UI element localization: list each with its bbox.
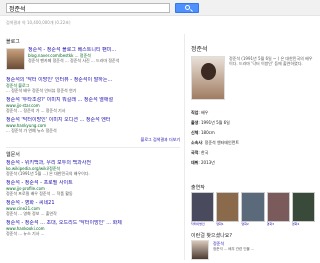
- related-item[interactable]: 정준석 정준석 ... 배우 관련 인물 ...: [191, 240, 315, 260]
- blog-result: 정준석 '닥터이방인' 이미지 오디션 ... 정준석 엔터 www.hanky…: [6, 117, 180, 133]
- result-snippet: 정준석 팬카페 정준석 ... 정준석 사진 ... 드라마 정준석: [28, 58, 120, 63]
- kp-fact: 신체: 180cm: [191, 130, 215, 135]
- fact-label: 신체: [191, 130, 199, 135]
- blog-result: 정준석 '두타조성?' 이미지 뭐길래 ... 정준석 열애설 www.jjs-…: [6, 97, 180, 113]
- kp-fact: 출생: 1991년 5월 6일: [191, 120, 230, 125]
- fact-label: 국적: [191, 150, 199, 155]
- search-field[interactable]: [9, 4, 169, 12]
- blog-result: 정준석 - 정준석 블로그 베스트니티 팬미... blog.naver.com…: [6, 47, 180, 73]
- film-poster[interactable]: [266, 192, 290, 222]
- web-result: 정준석 - 정준석 ... 초대, 오드리드 '닥터이방인' ... 화제 ww…: [6, 220, 180, 236]
- film-poster[interactable]: [291, 192, 316, 222]
- film-poster[interactable]: [191, 192, 215, 222]
- blog-more-link[interactable]: 블로그 검색결과 더보기: [6, 137, 180, 143]
- fact-label: 출생: [191, 120, 199, 125]
- fact-value: 180cm: [201, 130, 215, 135]
- result-snippet: 정준석 ... 정준석 가 ... 정준석 기사: [6, 108, 66, 113]
- film-title[interactable]: 영화4: [292, 222, 315, 226]
- result-stats: 검색결과 약 10,400,000개 (0.22초): [6, 20, 71, 25]
- web-heading: 웹문서: [6, 152, 20, 158]
- result-snippet: ... 정준석 배우 정준석 인터뷰 정준석 연기: [6, 88, 77, 93]
- film-item[interactable]: 영화3: [266, 192, 290, 226]
- kp-fact: 소속사: 정준석 엔터테인먼트: [191, 140, 240, 145]
- fact-label: 데뷔: [191, 160, 199, 165]
- kp-photo[interactable]: [191, 56, 225, 100]
- related-text: 정준석 ... 배우 관련 인물 ...: [213, 247, 255, 251]
- film-item[interactable]: 영화2: [241, 192, 265, 226]
- film-item[interactable]: 영화4: [291, 192, 316, 226]
- kp-fact: 데뷔: 2013년: [191, 160, 215, 165]
- result-snippet: 정준석 ... 영화 정보 ... 출연작: [6, 211, 57, 216]
- web-result: 정준석 - 정준석 - 프로필 사이트 www.jjs-profile.com …: [6, 180, 180, 196]
- result-snippet: 정준석 (1991년 5월 ...) 은 대한민국의 배우이다.: [6, 171, 90, 176]
- fact-value: 한국: [201, 150, 209, 155]
- kp-description: 정준석 (1991년 5월 6일 ~ ) 은 대한민국의 배우이다. 드라마 '…: [229, 56, 313, 66]
- search-header: [0, 0, 320, 16]
- film-title[interactable]: 영화1: [216, 222, 239, 226]
- result-snippet: 정준석 ... 뉴스 기사 ...: [6, 231, 45, 236]
- film-strip: 닥터이방인 영화1 영화2 영화3 영화4: [191, 192, 316, 226]
- film-title[interactable]: 영화3: [267, 222, 290, 226]
- film-item[interactable]: 닥터이방인: [191, 192, 215, 226]
- fact-value: 2013년: [201, 160, 215, 165]
- film-item[interactable]: 영화1: [216, 192, 240, 226]
- film-poster[interactable]: [216, 192, 240, 222]
- fact-value: 배우: [201, 110, 209, 115]
- kp-fact: 국적: 한국: [191, 150, 209, 155]
- films-heading: 출연작: [191, 185, 205, 191]
- search-icon: [185, 5, 190, 10]
- knowledge-panel: 정준석 정준석 (1991년 5월 6일 ~ ) 은 대한민국의 배우이다. 드…: [184, 34, 316, 260]
- web-result: 정준석 - 영화 - 씨네21 www.cine21.com 정준석 ... 영…: [6, 200, 180, 216]
- related-heading: 이런걸 찾으셨나요?: [191, 233, 233, 239]
- fact-label: 소속사: [191, 140, 203, 145]
- result-snippet: 정준석 프로필 배우 정준석 ... 작품 활동: [6, 191, 73, 196]
- film-poster[interactable]: [241, 192, 265, 222]
- related-photo[interactable]: [191, 240, 209, 260]
- film-title[interactable]: 닥터이방인: [191, 222, 214, 226]
- fact-label: 직업: [191, 110, 199, 115]
- results-column: 블로그 정준석 - 정준석 블로그 베스트니티 팬미... blog.naver…: [6, 38, 180, 240]
- search-button[interactable]: [175, 3, 199, 13]
- web-result: 정준석 - 위키백과, 우리 모두의 백과사전 ko.wikipedia.org…: [6, 160, 180, 176]
- film-title[interactable]: 영화2: [241, 222, 264, 226]
- blog-heading: 블로그: [6, 39, 20, 45]
- result-snippet: ... 정준석 가 연예 뉴스 정준석: [6, 128, 57, 133]
- kp-fact: 직업: 배우: [191, 110, 209, 115]
- blog-result: 정준석의 '닥터 이방인' 인터뷰 - 정준석이 말하는... 정준석 블로그 …: [6, 77, 180, 93]
- search-input[interactable]: [6, 3, 170, 13]
- fact-value: 정준석 엔터테인먼트: [204, 140, 240, 145]
- divider: [6, 147, 180, 148]
- fact-value: 1991년 5월 6일: [201, 120, 230, 125]
- kp-title: 정준석: [191, 46, 208, 53]
- blog-thumbnail[interactable]: [6, 48, 25, 70]
